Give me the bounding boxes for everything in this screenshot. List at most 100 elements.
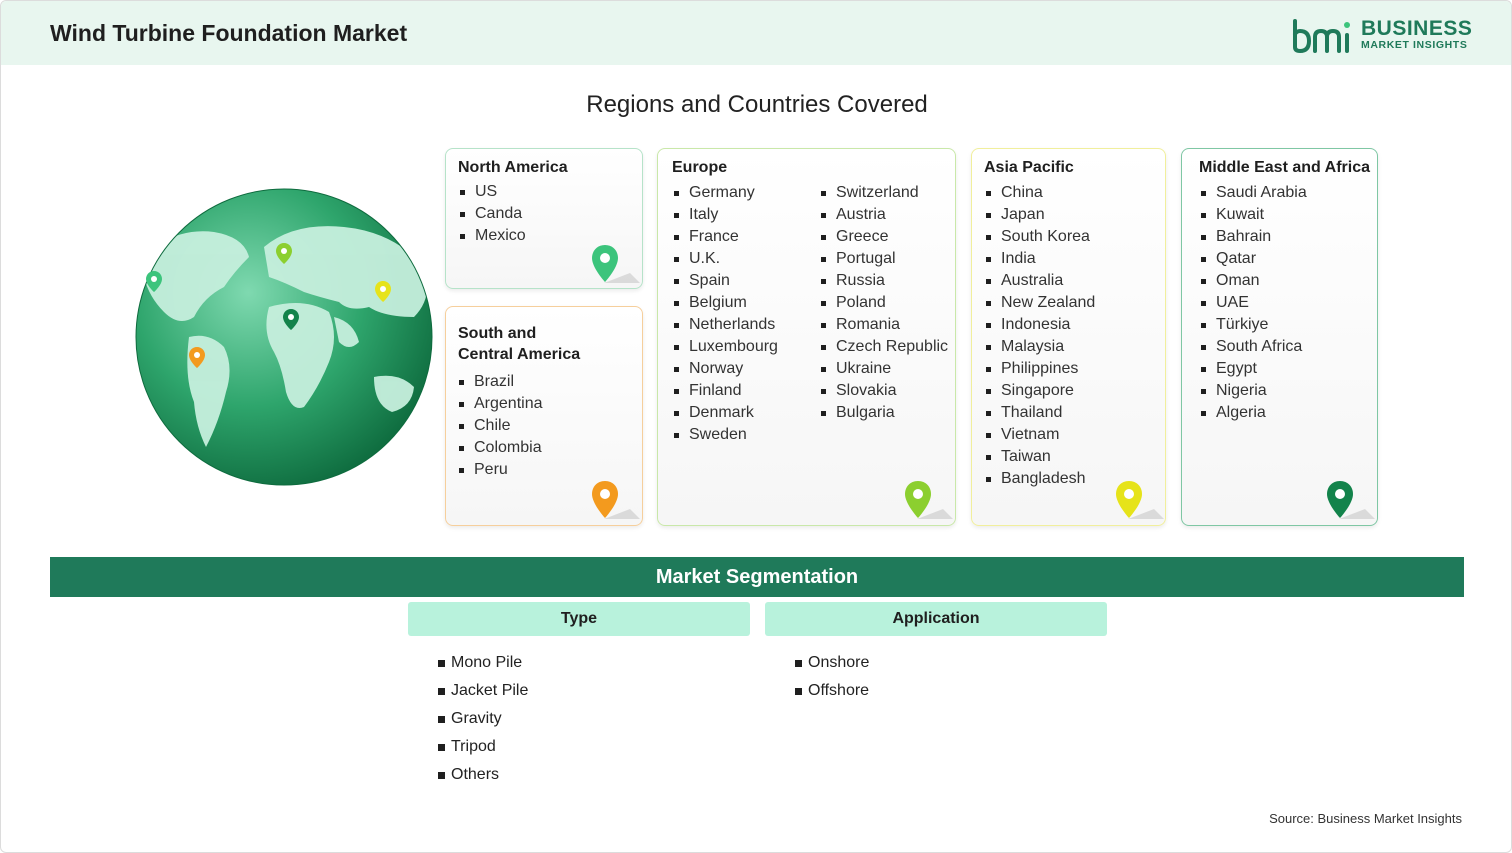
list-item: South Africa xyxy=(1199,336,1307,358)
list-item: Spain xyxy=(672,270,778,292)
list-item: Qatar xyxy=(1199,248,1307,270)
list-item: Others xyxy=(438,761,528,789)
logo-text-main: BUSINESS xyxy=(1361,17,1473,40)
logo: BUSINESS MARKET INSIGHTS xyxy=(1291,15,1473,55)
list-item: Bulgaria xyxy=(819,402,948,424)
list-item: Finland xyxy=(672,380,778,402)
list-item: Tripod xyxy=(438,733,528,761)
list-item: Japan xyxy=(984,204,1095,226)
list-item: UAE xyxy=(1199,292,1307,314)
list-item: Argentina xyxy=(457,393,543,415)
location-pin-icon xyxy=(1116,481,1164,519)
list-item: Greece xyxy=(819,226,948,248)
segment-type-list: Mono Pile Jacket Pile Gravity Tripod Oth… xyxy=(438,649,528,789)
country-list: China Japan South Korea India Australia … xyxy=(984,182,1095,490)
list-item: Gravity xyxy=(438,705,528,733)
location-pin-icon xyxy=(592,481,640,519)
country-list: Brazil Argentina Chile Colombia Peru xyxy=(457,371,543,481)
country-list-col1: Germany Italy France U.K. Spain Belgium … xyxy=(672,182,778,446)
regions-title: Regions and Countries Covered xyxy=(586,91,928,118)
region-card-asia-pacific: Asia Pacific China Japan South Korea Ind… xyxy=(971,148,1166,526)
region-title-line2: Central America xyxy=(458,346,581,363)
list-item: Slovakia xyxy=(819,380,948,402)
list-item: South Korea xyxy=(984,226,1095,248)
list-item: Portugal xyxy=(819,248,948,270)
list-item: Canda xyxy=(458,203,526,225)
list-item: Egypt xyxy=(1199,358,1307,380)
list-item: Australia xyxy=(984,270,1095,292)
list-item: Ukraine xyxy=(819,358,948,380)
list-item: Bahrain xyxy=(1199,226,1307,248)
list-item: Thailand xyxy=(984,402,1095,424)
list-item: Colombia xyxy=(457,437,543,459)
list-item: Poland xyxy=(819,292,948,314)
region-card-middle-east-africa: Middle East and Africa Saudi Arabia Kuwa… xyxy=(1181,148,1378,526)
list-item: Onshore xyxy=(795,649,869,677)
segment-application-list: Onshore Offshore xyxy=(795,649,869,705)
list-item: Austria xyxy=(819,204,948,226)
list-item: Türkiye xyxy=(1199,314,1307,336)
list-item: Vietnam xyxy=(984,424,1095,446)
list-item: Mono Pile xyxy=(438,649,528,677)
list-item: Saudi Arabia xyxy=(1199,182,1307,204)
source-note: Source: Business Market Insights xyxy=(1269,811,1462,826)
list-item: Kuwait xyxy=(1199,204,1307,226)
region-title: Europe xyxy=(672,159,728,176)
list-item: Germany xyxy=(672,182,778,204)
country-list: Saudi Arabia Kuwait Bahrain Qatar Oman U… xyxy=(1199,182,1307,424)
list-item: Taiwan xyxy=(984,446,1095,468)
region-title: Middle East and Africa xyxy=(1199,159,1370,176)
segment-type-header: Type xyxy=(408,602,750,636)
region-card-north-america: North America US Canda Mexico xyxy=(445,148,643,289)
list-item: Luxembourg xyxy=(672,336,778,358)
list-item: U.K. xyxy=(672,248,778,270)
header: Wind Turbine Foundation Market BUSINESS … xyxy=(1,1,1511,65)
segmentation-header: Market Segmentation xyxy=(50,557,1464,597)
list-item: Netherlands xyxy=(672,314,778,336)
list-item: Italy xyxy=(672,204,778,226)
list-item: Peru xyxy=(457,459,543,481)
region-card-south-central-america: South and Central America Brazil Argenti… xyxy=(445,306,643,526)
list-item: India xyxy=(984,248,1095,270)
list-item: France xyxy=(672,226,778,248)
list-item: Jacket Pile xyxy=(438,677,528,705)
list-item: Romania xyxy=(819,314,948,336)
list-item: New Zealand xyxy=(984,292,1095,314)
page-title: Wind Turbine Foundation Market xyxy=(50,20,408,46)
country-list: US Canda Mexico xyxy=(458,181,526,247)
list-item: Algeria xyxy=(1199,402,1307,424)
list-item: Malaysia xyxy=(984,336,1095,358)
list-item: Oman xyxy=(1199,270,1307,292)
location-pin-icon xyxy=(905,481,953,519)
list-item: Denmark xyxy=(672,402,778,424)
region-card-europe: Europe Germany Italy France U.K. Spain B… xyxy=(657,148,956,526)
list-item: Norway xyxy=(672,358,778,380)
list-item: Indonesia xyxy=(984,314,1095,336)
logo-text-sub: MARKET INSIGHTS xyxy=(1361,39,1468,51)
location-pin-icon xyxy=(1327,481,1375,519)
region-title-line1: South and xyxy=(458,325,537,342)
segment-application-header: Application xyxy=(765,602,1107,636)
list-item: Bangladesh xyxy=(984,468,1095,490)
list-item: Brazil xyxy=(457,371,543,393)
location-pin-icon xyxy=(592,245,640,283)
list-item: Offshore xyxy=(795,677,869,705)
region-title: Asia Pacific xyxy=(984,159,1074,176)
country-list-col2: Switzerland Austria Greece Portugal Russ… xyxy=(819,182,948,424)
list-item: China xyxy=(984,182,1095,204)
list-item: Sweden xyxy=(672,424,778,446)
list-item: Singapore xyxy=(984,380,1095,402)
list-item: US xyxy=(458,181,526,203)
list-item: Mexico xyxy=(458,225,526,247)
list-item: Nigeria xyxy=(1199,380,1307,402)
list-item: Philippines xyxy=(984,358,1095,380)
infographic-frame: Wind Turbine Foundation Market BUSINESS … xyxy=(0,0,1512,853)
globe-illustration xyxy=(135,188,433,486)
list-item: Switzerland xyxy=(819,182,948,204)
bmi-logo-icon xyxy=(1293,19,1350,53)
list-item: Russia xyxy=(819,270,948,292)
list-item: Chile xyxy=(457,415,543,437)
list-item: Czech Republic xyxy=(819,336,948,358)
list-item: Belgium xyxy=(672,292,778,314)
region-title: North America xyxy=(458,159,568,176)
